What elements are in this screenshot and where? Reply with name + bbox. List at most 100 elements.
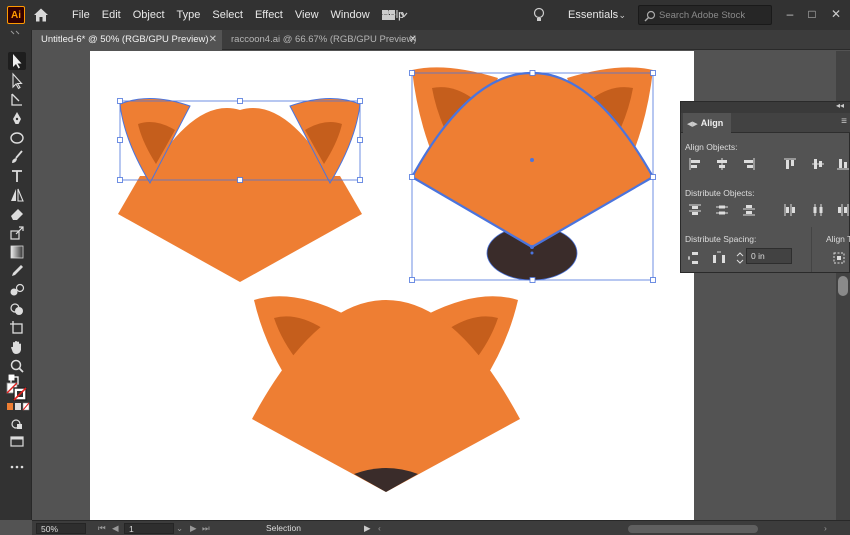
distribute-top-button[interactable] [687, 202, 703, 218]
pen-tool-icon[interactable] [8, 110, 26, 128]
align-bottom-button[interactable] [835, 156, 850, 172]
more-tools-icon[interactable] [8, 458, 26, 476]
direct-selection-tool-icon[interactable] [8, 72, 26, 90]
workspace-label: Essentials [568, 9, 619, 21]
distribute-spacing-label: Distribute Spacing: [685, 234, 757, 244]
tab-raccoon4[interactable]: raccoon4.ai @ 66.67% (RGB/GPU Preview) ✕ [222, 30, 422, 50]
workspace-switcher[interactable]: Essentials ⌄ [560, 5, 630, 25]
zoom-tool-icon[interactable] [8, 357, 26, 375]
align-to-selection-icon[interactable] [831, 250, 847, 266]
eyedropper-tool-icon[interactable] [8, 262, 26, 280]
panel-menu-icon[interactable]: ≡ [841, 116, 847, 127]
align-objects-label: Align Objects: [685, 142, 738, 152]
panel-divider [811, 227, 812, 272]
status-menu-icon[interactable]: ▶ [364, 521, 371, 535]
close-button[interactable]: ✕ [826, 4, 846, 24]
eraser-tool-icon[interactable] [8, 205, 26, 223]
vertical-distribute-space-button[interactable] [687, 250, 703, 266]
vertical-scroll-thumb[interactable] [838, 276, 848, 296]
menu-view[interactable]: View [289, 0, 325, 30]
distribute-left-button[interactable] [782, 202, 798, 218]
align-top-button[interactable] [782, 156, 798, 172]
panel-tab-row: ◀▶ Align ≡ [681, 113, 850, 133]
spacing-stepper-icon[interactable] [735, 250, 745, 266]
maximize-button[interactable]: □ [802, 4, 822, 24]
toolbar-collapse-icon[interactable] [8, 29, 26, 37]
menu-file[interactable]: File [66, 0, 96, 30]
app-logo[interactable]: Ai [7, 6, 25, 24]
gradient-tool-icon[interactable] [8, 243, 26, 261]
current-tool-status: Selection [266, 523, 301, 533]
reflect-tool-icon[interactable] [8, 186, 26, 204]
distribute-vertical-center-button[interactable] [714, 202, 730, 218]
home-icon[interactable] [32, 6, 50, 24]
chevron-down-icon: ⌄ [618, 10, 626, 20]
search-icon [643, 9, 657, 23]
distribute-spacing-input[interactable]: 0 in [746, 248, 792, 264]
menu-edit[interactable]: Edit [96, 0, 127, 30]
close-icon[interactable]: ✕ [409, 30, 417, 50]
distribute-horizontal-center-button[interactable] [810, 202, 826, 218]
expand-icon[interactable]: ◀▶ [687, 121, 698, 128]
next-artboard-icon[interactable]: ▶ [190, 521, 197, 535]
artboard-tool-icon[interactable] [8, 319, 26, 337]
illustrator-window: Ai File Edit Object Type Select Effect V… [0, 0, 850, 535]
scale-tool-icon[interactable] [8, 224, 26, 242]
arrange-documents-icon[interactable] [380, 7, 410, 23]
panel-header[interactable]: ◂◂ [681, 101, 850, 113]
menu-effect[interactable]: Effect [249, 0, 289, 30]
tab-label: raccoon4.ai @ 66.67% (RGB/GPU Preview) [231, 34, 417, 45]
distribute-objects-label: Distribute Objects: [685, 188, 755, 198]
screen-mode-icon[interactable] [8, 433, 26, 451]
close-icon[interactable]: ✕ [209, 30, 217, 50]
align-left-button[interactable] [687, 156, 703, 172]
status-bar: 50% ⏮ ◀ 1 ⌄ ▶ ⏭ Selection ▶ ‹ › [32, 520, 850, 535]
zoom-value: 50% [41, 524, 59, 534]
distribute-bottom-button[interactable] [741, 202, 757, 218]
align-vertical-center-button[interactable] [810, 156, 826, 172]
lightbulb-icon[interactable] [532, 6, 546, 24]
align-to-label: Align T [826, 234, 850, 244]
last-artboard-icon[interactable]: ⏭ [202, 521, 210, 535]
fill-stroke-swatch-icon[interactable] [6, 382, 30, 402]
tab-label: Untitled-6* @ 50% (RGB/GPU Preview) [41, 34, 209, 45]
previous-artboard-icon[interactable]: ◀ [112, 521, 119, 535]
menu-type[interactable]: Type [171, 0, 207, 30]
artboard-number: 1 [129, 524, 134, 534]
distribute-right-button[interactable] [835, 202, 850, 218]
artboard-dropdown-icon[interactable]: ⌄ [176, 521, 183, 535]
tools-panel [0, 30, 32, 520]
selection-tool-icon[interactable] [8, 52, 26, 70]
curvature-tool-icon[interactable] [8, 91, 26, 109]
first-artboard-icon[interactable]: ⏮ [98, 521, 106, 535]
stock-search[interactable] [638, 5, 772, 25]
main-menu: File Edit Object Type Select Effect View… [66, 0, 410, 30]
collapse-icon[interactable]: ◂◂ [836, 101, 844, 110]
scroll-left-icon[interactable]: ‹ [378, 521, 381, 535]
menu-window[interactable]: Window [325, 0, 376, 30]
horizontal-scroll-thumb[interactable] [628, 525, 758, 533]
align-right-button[interactable] [741, 156, 757, 172]
paintbrush-tool-icon[interactable] [8, 148, 26, 166]
menu-select[interactable]: Select [206, 0, 249, 30]
menu-bar: Ai File Edit Object Type Select Effect V… [0, 0, 850, 30]
scroll-right-icon[interactable]: › [824, 521, 827, 535]
align-tab-label: Align [700, 118, 724, 128]
tab-untitled-6[interactable]: Untitled-6* @ 50% (RGB/GPU Preview) ✕ [32, 30, 222, 50]
minimize-button[interactable]: – [780, 4, 800, 24]
drawing-mode-icon[interactable] [8, 415, 26, 433]
color-mode-icon[interactable] [6, 402, 30, 412]
align-horizontal-center-button[interactable] [714, 156, 730, 172]
type-tool-icon[interactable] [8, 167, 26, 185]
blend-tool-icon[interactable] [8, 281, 26, 299]
hand-tool-icon[interactable] [8, 338, 26, 356]
shape-builder-tool-icon[interactable] [8, 300, 26, 318]
document-tabs: Untitled-6* @ 50% (RGB/GPU Preview) ✕ ra… [32, 30, 850, 50]
menu-object[interactable]: Object [127, 0, 171, 30]
artboard-navigator[interactable]: 1 [124, 523, 174, 534]
tab-align[interactable]: ◀▶ Align [683, 113, 732, 133]
zoom-field[interactable]: 50% [36, 523, 86, 534]
ellipse-tool-icon[interactable] [8, 129, 26, 147]
search-input[interactable] [659, 8, 769, 23]
horizontal-distribute-space-button[interactable] [711, 250, 727, 266]
